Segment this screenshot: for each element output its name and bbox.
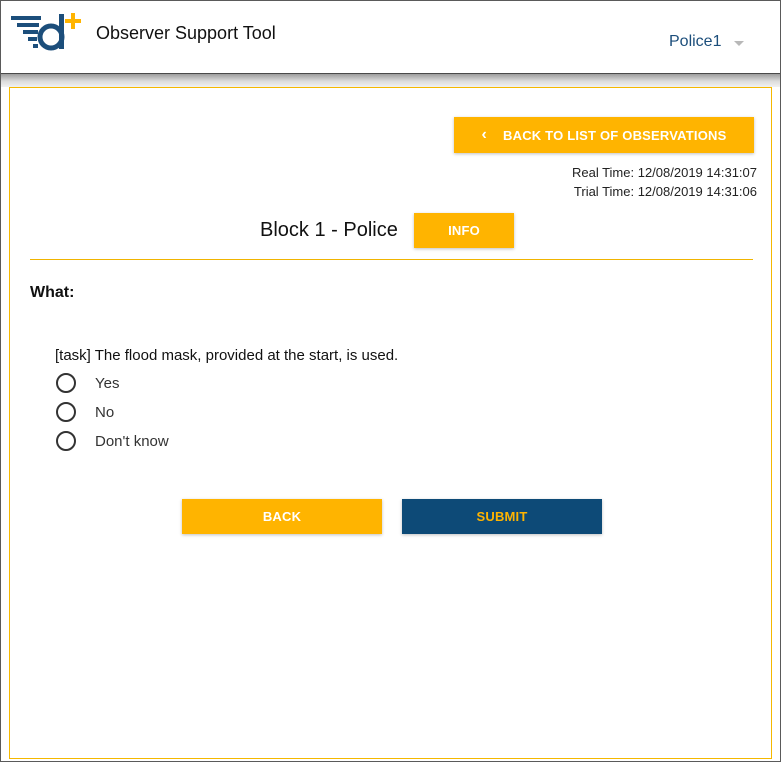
chevron-down-icon: [734, 40, 745, 46]
radio-option-dont-know[interactable]: Don't know: [56, 430, 169, 452]
chevron-left-icon: ‹: [481, 126, 488, 143]
d-plus-logo-icon: [9, 11, 93, 57]
app-title: Observer Support Tool: [96, 23, 276, 43]
radio-button[interactable]: [56, 402, 76, 422]
user-menu[interactable]: Police1: [669, 31, 745, 53]
radio-option-no[interactable]: No: [56, 401, 114, 423]
block-title: Block 1 - Police: [260, 219, 398, 241]
back-button[interactable]: BACK: [182, 499, 382, 534]
app-bar: Observer Support Tool Police1: [1, 1, 780, 74]
real-time: Real Time: 12/08/2019 14:31:07: [571, 165, 757, 180]
back-to-list-button[interactable]: ‹ BACK TO LIST OF OBSERVATIONS: [454, 117, 754, 153]
app-window: Observer Support Tool Police1 ‹ BACK TO …: [0, 0, 781, 762]
observation-card: ‹ BACK TO LIST OF OBSERVATIONS Real Time…: [9, 87, 772, 759]
section-label: What:: [30, 284, 75, 301]
radio-label: Don't know: [95, 432, 169, 450]
header-shadow: [1, 74, 780, 87]
radio-button[interactable]: [56, 373, 76, 393]
divider: [30, 259, 753, 260]
trial-time: Trial Time: 12/08/2019 14:31:06: [573, 184, 757, 199]
submit-button[interactable]: SUBMIT: [402, 499, 602, 534]
radio-button[interactable]: [56, 431, 76, 451]
question-text: [task] The flood mask, provided at the s…: [55, 347, 399, 364]
back-to-list-label: BACK TO LIST OF OBSERVATIONS: [503, 127, 727, 143]
radio-option-yes[interactable]: Yes: [56, 372, 119, 394]
radio-label: Yes: [95, 374, 120, 392]
user-name: Police1: [669, 33, 722, 50]
info-button[interactable]: INFO: [414, 213, 514, 248]
radio-label: No: [95, 403, 115, 421]
